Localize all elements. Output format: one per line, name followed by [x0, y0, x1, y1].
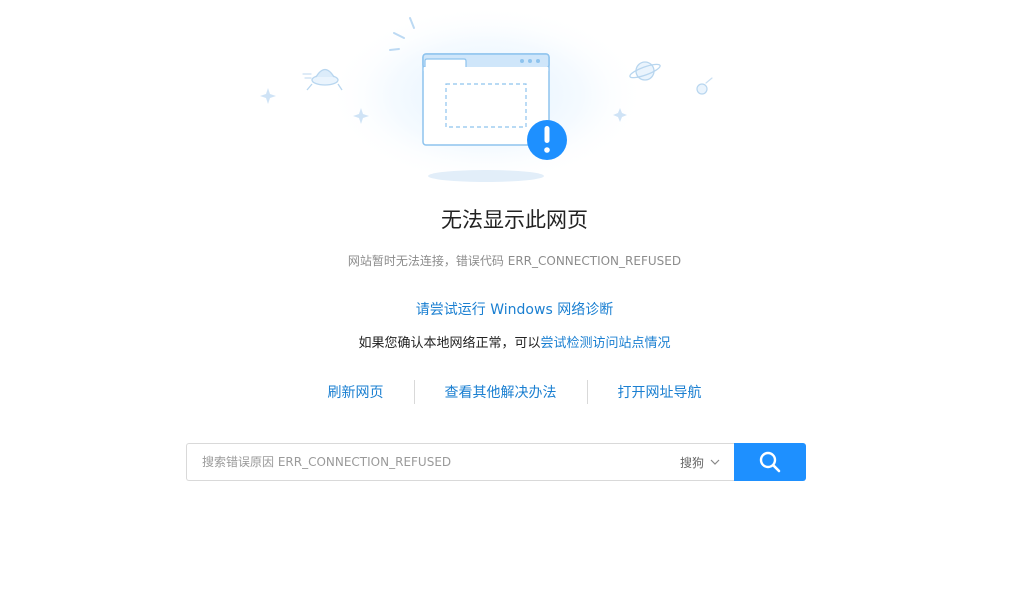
error-subtitle: 网站暂时无法连接，错误代码 ERR_CONNECTION_REFUSED — [347, 254, 682, 268]
windows-diagnose-link[interactable]: 请尝试运行 Windows 网络诊断 — [416, 302, 613, 318]
search-icon — [759, 451, 781, 473]
search-bar: 搜狗 — [186, 443, 806, 481]
exclamation-icon — [527, 120, 567, 160]
check-site-row: 如果您确认本地网络正常，可以尝试检测访问站点情况 — [0, 332, 1029, 351]
error-illustration — [260, 5, 713, 185]
search-button[interactable] — [734, 443, 806, 481]
error-title: 无法显示此网页 — [441, 208, 588, 232]
search-engine-label: 搜狗 — [679, 455, 704, 470]
check-site-link[interactable]: 尝试检测访问站点情况 — [541, 336, 671, 351]
chevron-down-icon — [710, 459, 720, 465]
search-box: 搜狗 — [186, 443, 734, 481]
divider — [413, 380, 415, 404]
open-nav-link[interactable]: 打开网址导航 — [618, 382, 702, 402]
divider — [586, 380, 588, 404]
action-links: 刷新网页 查看其他解决办法 打开网址导航 — [0, 380, 1029, 404]
shadow-ellipse — [428, 170, 544, 182]
search-input[interactable] — [187, 445, 680, 479]
comet-icon — [696, 77, 713, 95]
refresh-page-link[interactable]: 刷新网页 — [328, 382, 384, 402]
other-solutions-link[interactable]: 查看其他解决办法 — [445, 382, 557, 402]
search-engine-select[interactable]: 搜狗 — [680, 454, 734, 471]
diagnose-row: 请尝试运行 Windows 网络诊断 — [0, 299, 1029, 319]
check-prefix-text: 如果您确认本地网络正常，可以 — [358, 336, 541, 351]
